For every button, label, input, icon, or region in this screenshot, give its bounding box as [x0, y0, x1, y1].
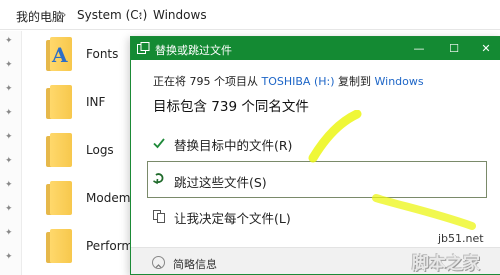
pin-icon: ✦	[5, 156, 13, 166]
folder-name: INF	[86, 95, 106, 109]
copy-status-prefix: 正在将 795 个项目从	[153, 75, 262, 88]
folder-name: Fonts	[86, 47, 119, 61]
copy-status-line: 正在将 795 个项目从 TOSHIBA (H:) 复制到 Windows	[153, 73, 424, 89]
decide-each-file-label: 让我决定每个文件(L)	[174, 211, 291, 226]
pin-icon: ✦	[5, 204, 13, 214]
breadcrumb-item-my-computer[interactable]: 我的电脑	[16, 8, 64, 25]
pin-icon: ✦	[5, 84, 13, 94]
highlight-stroke	[308, 110, 362, 163]
pin-icon: ✦	[5, 108, 13, 118]
document-compare-icon	[153, 210, 165, 223]
breadcrumb-item-system-c[interactable]: System (C:)	[77, 8, 147, 22]
pin-icon: ✦	[5, 36, 13, 46]
folder-icon	[46, 85, 72, 119]
folder-name: Logs	[86, 143, 114, 157]
pin-icon: ✦	[5, 252, 13, 262]
breadcrumb: 我的电脑 › System (C:) › Windows	[0, 0, 500, 30]
pin-icon: ✦	[5, 180, 13, 190]
pin-icon: ✦	[5, 228, 13, 238]
destination-link[interactable]: Windows	[375, 75, 424, 88]
fewer-details-link[interactable]: 简略信息	[173, 256, 217, 272]
folder-icon	[46, 181, 72, 215]
breadcrumb-separator: ›	[138, 8, 143, 21]
folder-icon	[46, 229, 72, 263]
watermark-site: jb51.net	[438, 232, 484, 245]
pin-icon: ✦	[5, 132, 13, 142]
checkmark-icon	[153, 138, 165, 149]
folder-icon	[46, 133, 72, 167]
skip-arrow-icon	[153, 173, 164, 185]
close-button[interactable]: ✕	[471, 37, 500, 60]
dialog-title: 替换或跳过文件	[155, 44, 232, 57]
minimize-button[interactable]: —	[404, 37, 434, 60]
navigation-pane: ✦ ✦ ✦ ✦ ✦ ✦ ✦ ✦ ✦ ✦	[0, 31, 22, 275]
chevron-up-circle-icon[interactable]	[152, 256, 165, 269]
replace-files-label: 替换目标中的文件(R)	[174, 138, 293, 153]
copy-status-middle: 复制到	[334, 75, 375, 88]
watermark-name: 脚本之家	[412, 254, 480, 274]
fonts-folder-icon: A	[46, 37, 72, 71]
file-list: A Fonts INF Logs ModemL Performa	[22, 31, 142, 275]
maximize-button[interactable]: ☐	[439, 37, 469, 60]
copy-icon	[137, 42, 150, 54]
skip-files-option[interactable]: 跳过这些文件(S)	[148, 165, 483, 195]
source-link[interactable]: TOSHIBA (H:)	[262, 75, 335, 88]
breadcrumb-separator: ›	[62, 8, 67, 21]
dialog-titlebar[interactable]: 替换或跳过文件 — ☐ ✕	[131, 37, 500, 60]
skip-files-label: 跳过这些文件(S)	[174, 175, 267, 190]
pin-icon: ✦	[5, 60, 13, 70]
breadcrumb-item-windows[interactable]: Windows	[153, 8, 207, 22]
